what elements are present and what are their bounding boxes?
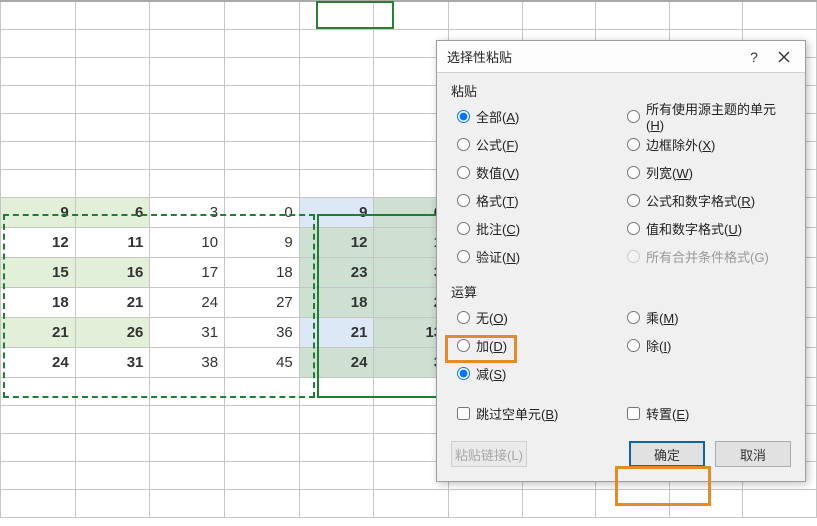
cell[interactable]: 3 bbox=[150, 197, 225, 227]
cell[interactable]: 24 bbox=[150, 287, 225, 317]
cell[interactable]: 10 bbox=[150, 227, 225, 257]
paste-special-dialog: 选择性粘贴 ? 粘贴 全部(A) 公式(F) 数值(V) 格式(T) 批注(C)… bbox=[436, 40, 806, 482]
paste-link-button: 粘贴链接(L) bbox=[451, 441, 527, 467]
ok-button[interactable]: 确定 bbox=[629, 441, 705, 467]
op-multiply[interactable]: 乘(M) bbox=[627, 307, 791, 327]
cell[interactable]: 45 bbox=[225, 347, 300, 377]
cell[interactable]: 38 bbox=[150, 347, 225, 377]
paste-opt-source-theme[interactable]: 所有使用源主题的单元(H) bbox=[627, 106, 791, 126]
paste-opt-all[interactable]: 全部(A) bbox=[457, 106, 621, 126]
cell[interactable]: 9 bbox=[225, 227, 300, 257]
cell[interactable]: 31 bbox=[150, 317, 225, 347]
help-button[interactable]: ? bbox=[739, 45, 769, 69]
cell[interactable]: 18 bbox=[299, 287, 374, 317]
op-add[interactable]: 加(D) bbox=[457, 335, 621, 355]
cell[interactable]: 21 bbox=[1, 317, 76, 347]
skip-blanks-checkbox[interactable]: 跳过空单元(B) bbox=[457, 403, 621, 423]
paste-opt-formulas[interactable]: 公式(F) bbox=[457, 134, 621, 154]
close-icon bbox=[778, 51, 790, 63]
cell[interactable]: 15 bbox=[1, 257, 76, 287]
cell[interactable]: 9 bbox=[1, 197, 76, 227]
paste-section-label: 粘贴 bbox=[451, 81, 791, 100]
paste-options-right: 所有使用源主题的单元(H) 边框除外(X) 列宽(W) 公式和数字格式(R) 值… bbox=[621, 104, 791, 272]
cell[interactable]: 11 bbox=[75, 227, 150, 257]
cell[interactable]: 9 bbox=[299, 197, 374, 227]
paste-options-left: 全部(A) 公式(F) 数值(V) 格式(T) 批注(C) 验证(N) bbox=[451, 104, 621, 272]
operation-options-right: 乘(M) 除(I) bbox=[621, 305, 791, 389]
transpose-checkbox[interactable]: 转置(E) bbox=[627, 403, 791, 423]
cell[interactable]: 12 bbox=[299, 227, 374, 257]
op-none[interactable]: 无(O) bbox=[457, 307, 621, 327]
paste-opt-values[interactable]: 数值(V) bbox=[457, 162, 621, 182]
cell[interactable]: 16 bbox=[75, 257, 150, 287]
cell[interactable]: 0 bbox=[225, 197, 300, 227]
cell[interactable]: 23 bbox=[299, 257, 374, 287]
op-subtract[interactable]: 减(S) bbox=[457, 363, 621, 383]
dialog-title: 选择性粘贴 bbox=[447, 47, 739, 66]
cell[interactable]: 17 bbox=[150, 257, 225, 287]
cell[interactable]: 21 bbox=[75, 287, 150, 317]
close-button[interactable] bbox=[769, 45, 799, 69]
cell[interactable]: 18 bbox=[225, 257, 300, 287]
cancel-button[interactable]: 取消 bbox=[715, 441, 791, 467]
cell[interactable]: 31 bbox=[75, 347, 150, 377]
operation-options-left: 无(O) 加(D) 减(S) bbox=[451, 305, 621, 389]
paste-opt-formulas-numfmt[interactable]: 公式和数字格式(R) bbox=[627, 190, 791, 210]
paste-opt-formats[interactable]: 格式(T) bbox=[457, 190, 621, 210]
cell[interactable]: 27 bbox=[225, 287, 300, 317]
operation-section-label: 运算 bbox=[451, 282, 791, 301]
cell[interactable]: 26 bbox=[75, 317, 150, 347]
paste-opt-col-widths[interactable]: 列宽(W) bbox=[627, 162, 791, 182]
paste-opt-comments[interactable]: 批注(C) bbox=[457, 218, 621, 238]
cell[interactable]: 6 bbox=[75, 197, 150, 227]
cell[interactable]: 21 bbox=[299, 317, 374, 347]
cell[interactable]: 12 bbox=[1, 227, 76, 257]
cell[interactable]: 24 bbox=[1, 347, 76, 377]
cell[interactable]: 24 bbox=[299, 347, 374, 377]
paste-opt-merge-cond: 所有合并条件格式(G) bbox=[627, 246, 791, 266]
op-divide[interactable]: 除(I) bbox=[627, 335, 791, 355]
paste-opt-values-numfmt[interactable]: 值和数字格式(U) bbox=[627, 218, 791, 238]
cell[interactable]: 36 bbox=[225, 317, 300, 347]
dialog-titlebar[interactable]: 选择性粘贴 ? bbox=[437, 41, 805, 73]
cell[interactable]: 18 bbox=[1, 287, 76, 317]
paste-opt-no-borders[interactable]: 边框除外(X) bbox=[627, 134, 791, 154]
paste-opt-validation[interactable]: 验证(N) bbox=[457, 246, 621, 266]
